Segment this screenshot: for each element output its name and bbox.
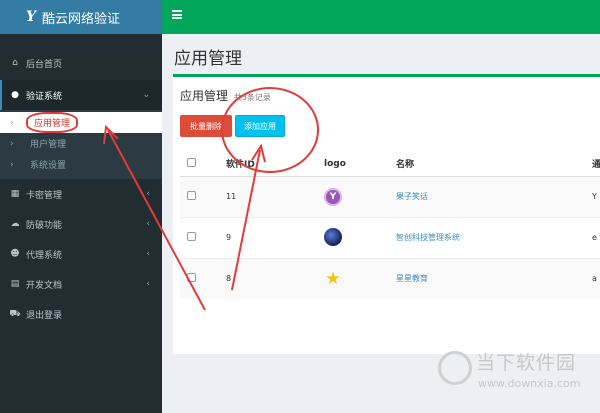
- sidebar-item-docs[interactable]: ▤ 开发文档 ‹: [0, 269, 162, 299]
- chevron-right-icon: ›: [10, 159, 14, 170]
- sidebar-item-label: 验证系统: [26, 91, 63, 102]
- cell-id: 11: [226, 175, 324, 217]
- table-header-row: 软件ID logo 名称 通: [180, 152, 600, 177]
- logo-mark-icon: Y: [26, 9, 36, 25]
- chevron-left-icon: ‹: [146, 189, 150, 199]
- cell-id: 9: [226, 216, 324, 258]
- top-navbar: [162, 0, 600, 34]
- row-select-cell: [180, 257, 226, 299]
- sidebar-item-label: 防破功能: [26, 220, 63, 231]
- cell-logo: Y: [324, 175, 396, 217]
- app-list-box: 应用管理 共3条记录 批量删除 添加应用 软件ID logo 名称 通 11 Y: [173, 74, 600, 354]
- users-icon: ☻: [10, 249, 20, 259]
- sidebar-item-anti-crack[interactable]: ☁ 防破功能 ‹: [0, 209, 162, 239]
- chevron-left-icon: ‹: [146, 279, 150, 289]
- row-checkbox[interactable]: [187, 191, 196, 200]
- menu-toggle-icon[interactable]: [172, 10, 182, 19]
- submenu-item-app-management[interactable]: › 应用管理: [0, 112, 162, 133]
- submenu-item-user-management[interactable]: › 用户管理: [0, 133, 162, 154]
- submenu-item-label: 系统设置: [30, 161, 67, 171]
- cell-logo: ★: [324, 257, 396, 299]
- box-title: 应用管理 共3条记录: [180, 87, 271, 104]
- sidebar-item-home[interactable]: ⌂ 后台首页: [0, 48, 162, 78]
- sidebar-item-label: 代理系统: [26, 250, 63, 261]
- chevron-left-icon: ‹: [146, 249, 150, 259]
- space-logo-icon: [324, 227, 342, 246]
- table-row: 8 ★ 星星教育 a: [180, 257, 600, 299]
- chevron-down-icon: ⌄: [142, 90, 150, 100]
- cell-logo: [324, 216, 396, 258]
- submenu-verification: › 应用管理 › 用户管理 › 系统设置: [0, 110, 162, 179]
- watermark-url: www.downxia.com: [478, 377, 581, 390]
- app-table: 软件ID logo 名称 通 11 Y 果子笑话 Y 9 智创科技管理系统 e …: [180, 152, 600, 299]
- submenu-item-system-settings[interactable]: › 系统设置: [0, 154, 162, 175]
- chevron-left-icon: ‹: [146, 219, 150, 229]
- sidebar-item-agents[interactable]: ☻ 代理系统 ‹: [0, 239, 162, 269]
- column-header-logo: logo: [324, 152, 396, 177]
- circle-icon: ●: [11, 90, 19, 100]
- submenu-item-label: 应用管理: [26, 112, 79, 133]
- table-icon: ▦: [10, 189, 20, 199]
- column-header-name: 名称: [396, 152, 592, 177]
- cell-extra: Y: [592, 175, 600, 217]
- cell-name: 智创科技管理系统: [396, 216, 592, 258]
- cell-id: 8: [226, 257, 324, 299]
- sidebar-item-logout[interactable]: ⛟ 退出登录: [0, 299, 162, 329]
- box-title-text: 应用管理: [180, 89, 229, 103]
- select-all-header: [180, 152, 226, 177]
- table-row: 11 Y 果子笑话 Y: [180, 175, 600, 217]
- cell-name: 星星教育: [396, 257, 592, 299]
- star-logo-icon: ★: [325, 268, 341, 289]
- app-name: 酷云网络验证: [42, 11, 121, 27]
- watermark: 当下软件园 www.downxia.com: [438, 348, 588, 403]
- table-row: 9 智创科技管理系统 e: [180, 216, 600, 258]
- cell-extra: a: [592, 257, 600, 299]
- sidebar: Y 酷云网络验证 ⌂ 后台首页 ● 验证系统 ⌄ › 应用管理 › 用户管理 ›…: [0, 0, 162, 413]
- column-header-id: 软件ID: [226, 152, 324, 177]
- sidebar-item-label: 卡密管理: [26, 190, 63, 201]
- sidebar-item-label: 开发文档: [26, 280, 63, 291]
- watermark-logo-icon: [438, 351, 472, 385]
- home-icon: ⌂: [12, 58, 18, 68]
- cell-name: 果子笑话: [396, 175, 592, 217]
- watermark-brand: 当下软件园: [476, 352, 577, 374]
- chevron-right-icon: ›: [10, 138, 14, 149]
- record-count: 共3条记录: [233, 93, 271, 102]
- row-select-cell: [180, 175, 226, 217]
- chevron-right-icon: ›: [10, 117, 14, 128]
- app-name-link[interactable]: 果子笑话: [396, 192, 428, 201]
- letter-y-logo-icon: Y: [324, 187, 342, 206]
- sidebar-item-label: 后台首页: [26, 59, 63, 70]
- row-checkbox[interactable]: [187, 232, 196, 241]
- car-icon: ⛟: [9, 308, 21, 319]
- page-title: 应用管理: [174, 49, 242, 69]
- sidebar-item-label: 退出登录: [26, 310, 63, 321]
- sidebar-item-card-keys[interactable]: ▦ 卡密管理 ‹: [0, 179, 162, 209]
- batch-delete-button[interactable]: 批量删除: [180, 115, 232, 137]
- app-name-link[interactable]: 星星教育: [396, 274, 428, 283]
- app-logo[interactable]: Y 酷云网络验证: [0, 0, 162, 34]
- row-checkbox[interactable]: [187, 273, 196, 283]
- add-app-button[interactable]: 添加应用: [235, 115, 285, 137]
- book-icon: ▤: [10, 279, 20, 289]
- cell-extra: e: [592, 216, 600, 258]
- select-all-checkbox[interactable]: [187, 157, 196, 167]
- row-select-cell: [180, 216, 226, 258]
- app-name-link[interactable]: 智创科技管理系统: [396, 233, 460, 242]
- submenu-item-label: 用户管理: [30, 140, 67, 150]
- column-header-extra: 通: [592, 152, 600, 177]
- sidebar-item-verification[interactable]: ● 验证系统 ⌄: [0, 80, 162, 110]
- cloud-icon: ☁: [10, 219, 20, 229]
